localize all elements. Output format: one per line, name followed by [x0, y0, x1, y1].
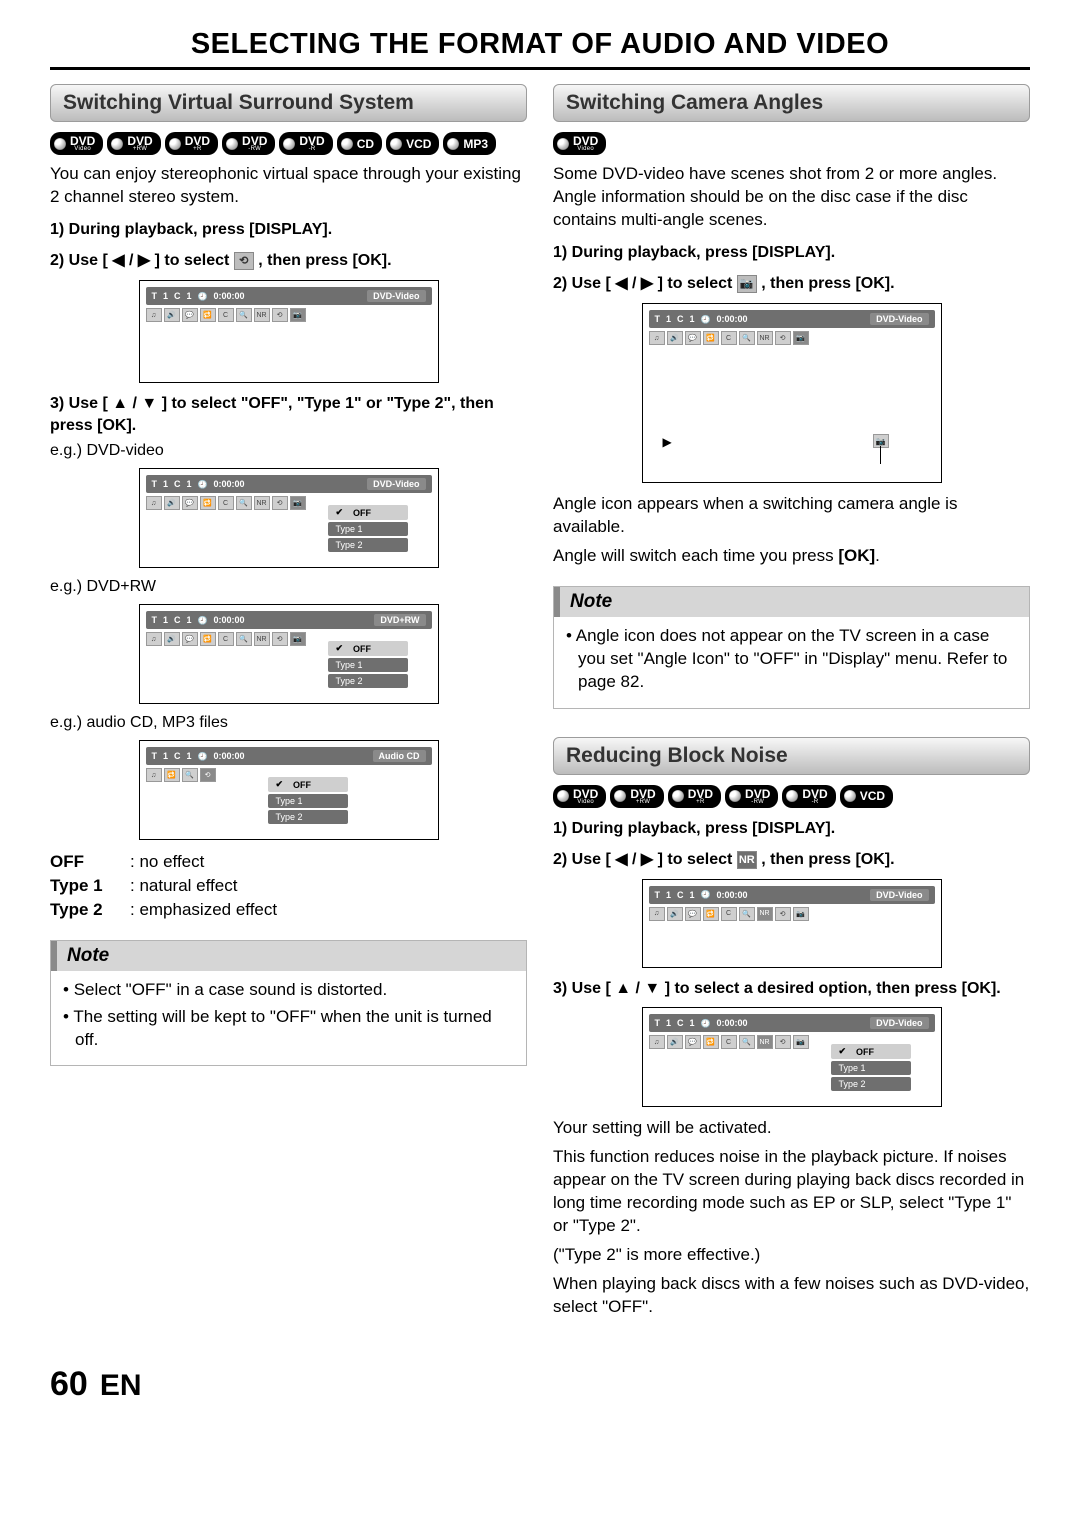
step-text: , then press [OK].	[254, 252, 392, 269]
section-heading-noise: Reducing Block Noise	[553, 737, 1030, 775]
media-pill: DVD-R	[279, 132, 332, 155]
disc-icon	[447, 138, 459, 150]
note-heading: Note	[554, 587, 1029, 617]
section-heading-surround: Switching Virtual Surround System	[50, 84, 527, 122]
def-row: Type 2: emphasized effect	[50, 898, 527, 922]
eg-label: e.g.) audio CD, MP3 files	[50, 714, 527, 732]
media-pill: DVD+R	[165, 132, 218, 155]
media-pill: DVD-RW	[222, 132, 275, 155]
intro-angles: Some DVD-video have scenes shot from 2 o…	[553, 163, 1030, 232]
step2-surround: 2) Use [ ◀ / ▶ ] to select ⟲ , then pres…	[50, 250, 527, 272]
para-noise-1: This function reduces noise in the playb…	[553, 1146, 1030, 1238]
step1-surround: 1) During playback, press [DISPLAY].	[50, 219, 527, 241]
osd-time: 0:00:00	[214, 291, 245, 301]
media-pill: DVD+RW	[107, 132, 160, 155]
right-column: Switching Camera Angles DVDVideo Some DV…	[553, 84, 1030, 1325]
page-footer: 60 EN	[50, 1365, 1030, 1404]
eg-label: e.g.) DVD-video	[50, 442, 527, 460]
disc-icon	[844, 790, 856, 802]
media-pill: VCD	[840, 785, 893, 808]
def-row: OFF: no effect	[50, 850, 527, 874]
osd-preview-nr2: T1C1🕘0:00:00DVD-Video ♫🔊💬🔁C🔍NR⟲📷 OFF Typ…	[642, 1007, 942, 1107]
media-pill: DVD+R	[668, 785, 721, 808]
step-text: 2) Use [	[50, 252, 112, 269]
disc-icon	[557, 138, 569, 150]
disc-icon	[283, 138, 295, 150]
page-number: 60	[50, 1365, 88, 1404]
media-pill: DVD-R	[782, 785, 835, 808]
opt-type1: Type 1	[336, 524, 363, 534]
osd-preview-dvd: T1C1🕘0:00:00DVD-Video ♫🔊💬🔁C🔍NR⟲📷 OFF Typ…	[139, 468, 439, 568]
section-heading-angles: Switching Camera Angles	[553, 84, 1030, 122]
disc-icon	[390, 138, 402, 150]
media-pill: VCD	[386, 132, 439, 155]
disc-icon	[54, 138, 66, 150]
disc-icon	[672, 790, 684, 802]
media-row-surround: DVDVideoDVD+RWDVD+RDVD-RWDVD-RCDVCDMP3	[50, 132, 527, 155]
left-column: Switching Virtual Surround System DVDVid…	[50, 84, 527, 1325]
osd-preview-cd: T1C1🕘0:00:00Audio CD ♫🔁🔍⟲ OFF Type 1 Typ…	[139, 740, 439, 840]
caption-angle1: Angle icon appears when a switching came…	[553, 493, 1030, 539]
step3-surround: 3) Use [ ▲ / ▼ ] to select "OFF", "Type …	[50, 393, 527, 436]
disc-icon	[341, 138, 353, 150]
para-noise-3: When playing back discs with a few noise…	[553, 1273, 1030, 1319]
opt-type2: Type 2	[336, 540, 363, 550]
step1-angles: 1) During playback, press [DISPLAY].	[553, 242, 1030, 264]
osd-preview-nr1: T1C1🕘0:00:00DVD-Video ♫🔊💬🔁C🔍NR⟲📷	[642, 879, 942, 968]
disc-icon	[614, 790, 626, 802]
disc-icon	[557, 790, 569, 802]
step2-noise: 2) Use [ ◀ / ▶ ] to select NR , then pre…	[553, 849, 1030, 871]
osd-t: T	[152, 291, 158, 301]
camera-icon: 📷	[737, 275, 757, 293]
osd-preview-angle: T1C1🕘0:00:00DVD-Video ♫🔊💬🔁C🔍NR⟲📷 ▶ 📷	[642, 303, 942, 483]
step2-angles: 2) Use [ ◀ / ▶ ] to select 📷 , then pres…	[553, 273, 1030, 295]
note-item: Angle icon does not appear on the TV scr…	[566, 625, 1017, 694]
surround-icon: ⟲	[234, 252, 254, 270]
disc-icon	[111, 138, 123, 150]
disc-icon	[786, 790, 798, 802]
disc-icon	[729, 790, 741, 802]
note-item: The setting will be kept to "OFF" when t…	[63, 1006, 514, 1052]
nr-icon: NR	[737, 851, 757, 869]
opt-off: OFF	[353, 508, 371, 518]
media-pill: DVDVideo	[553, 132, 606, 155]
para-noise-2: ("Type 2" is more effective.)	[553, 1244, 1030, 1267]
step1-noise: 1) During playback, press [DISPLAY].	[553, 818, 1030, 840]
arrow-left-right-icon: ◀ / ▶	[112, 252, 150, 269]
page-title: SELECTING THE FORMAT OF AUDIO AND VIDEO	[50, 24, 1030, 70]
def-row: Type 1: natural effect	[50, 874, 527, 898]
media-row-noise: DVDVideoDVD+RWDVD+RDVD-RWDVD-RVCD	[553, 785, 1030, 808]
osd-t-num: 1	[163, 291, 168, 301]
note-heading: Note	[51, 941, 526, 971]
play-icon: ▶	[663, 435, 672, 449]
osd-preview-dvdrw: T1C1🕘0:00:00DVD+RW ♫🔊💬🔁C🔍NR⟲📷 OFF Type 1…	[139, 604, 439, 704]
media-pill: DVD-RW	[725, 785, 778, 808]
note-box-surround: Note Select "OFF" in a case sound is dis…	[50, 940, 527, 1067]
arrow-left-right-icon: ◀ / ▶	[615, 275, 653, 292]
media-pill: CD	[337, 132, 382, 155]
step-text: ] to select	[150, 252, 234, 269]
angle-indicator-icon: 📷	[873, 434, 889, 448]
eg-label: e.g.) DVD+RW	[50, 578, 527, 596]
note-box-angles: Note Angle icon does not appear on the T…	[553, 586, 1030, 709]
osd-c-num: 1	[187, 291, 192, 301]
osd-icon-row: ♫🔊💬🔁C🔍NR⟲📷	[146, 308, 432, 322]
caption-angle2: Angle will switch each time you press [O…	[553, 545, 1030, 568]
media-pill: DVDVideo	[553, 785, 606, 808]
page-lang: EN	[100, 1369, 142, 1403]
intro-surround: You can enjoy stereophonic virtual space…	[50, 163, 527, 209]
after-noise: Your setting will be activated.	[553, 1117, 1030, 1140]
media-row-angles: DVDVideo	[553, 132, 1030, 155]
disc-icon	[226, 138, 238, 150]
disc-icon	[169, 138, 181, 150]
media-pill: DVDVideo	[50, 132, 103, 155]
osd-c: C	[174, 291, 181, 301]
step3-noise: 3) Use [ ▲ / ▼ ] to select a desired opt…	[553, 978, 1030, 1000]
arrow-left-right-icon: ◀ / ▶	[615, 851, 653, 868]
osd-preview: T1 C1 🕘0:00:00 DVD-Video ♫🔊💬🔁C🔍NR⟲📷	[139, 280, 439, 383]
osd-mode: DVD-Video	[367, 290, 425, 302]
note-item: Select "OFF" in a case sound is distorte…	[63, 979, 514, 1002]
media-pill: DVD+RW	[610, 785, 663, 808]
media-pill: MP3	[443, 132, 496, 155]
